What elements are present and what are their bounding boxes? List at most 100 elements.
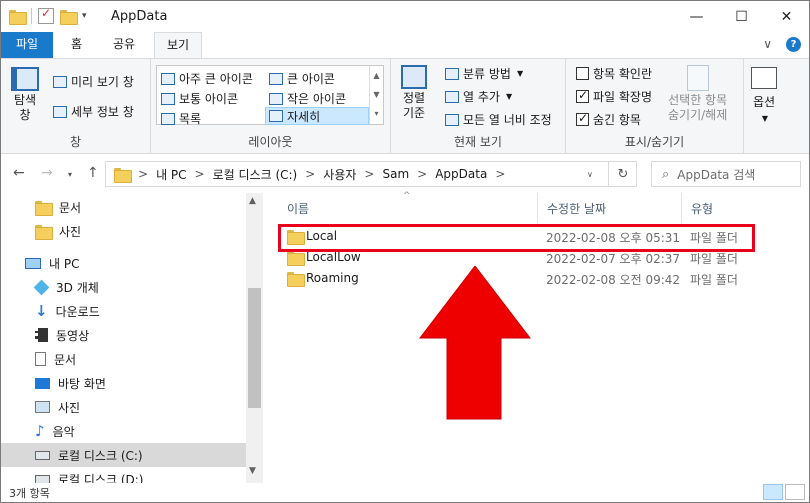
layout-medium-icons[interactable]: 보통 아이콘 bbox=[161, 90, 238, 107]
breadcrumb-sep: > bbox=[194, 167, 205, 181]
layout-details[interactable]: 자세히 bbox=[265, 107, 369, 125]
table-row[interactable]: Roaming 2022-02-08 오전 09:42 파일 폴더 bbox=[275, 268, 809, 289]
details-pane-button[interactable]: 세부 정보 창 bbox=[53, 103, 134, 120]
expand-ribbon-icon[interactable]: ∨ bbox=[763, 37, 772, 52]
layout-scroll[interactable]: ▲ ▼ ▾ bbox=[369, 66, 383, 124]
breadcrumb-item[interactable]: 로컬 디스크 (C:) bbox=[213, 166, 298, 183]
column-header-modified[interactable]: 수정한 날짜 bbox=[539, 193, 681, 223]
item-checkbox-toggle[interactable]: 항목 확인란 bbox=[576, 65, 652, 82]
large-icons-view-icon[interactable] bbox=[785, 484, 805, 500]
tab-file[interactable]: 파일 bbox=[1, 32, 53, 58]
help-icon[interactable]: ? bbox=[786, 37, 801, 52]
options-label: 옵션 bbox=[752, 95, 776, 109]
new-folder-icon[interactable] bbox=[60, 9, 78, 25]
tab-view[interactable]: 보기 bbox=[154, 32, 203, 59]
add-column-icon bbox=[445, 90, 459, 103]
nav-item-pictures[interactable]: 사진 bbox=[1, 395, 246, 419]
nav-item-3d-objects[interactable]: 3D 개체 bbox=[1, 275, 246, 299]
layout-gallery: 아주 큰 아이콘 큰 아이콘 보통 아이콘 작은 아이콘 목록 자세히 ▲ ▼ … bbox=[156, 65, 384, 127]
checkbox-checked-icon bbox=[576, 88, 589, 103]
tab-share[interactable]: 공유 bbox=[101, 32, 147, 58]
layout-large-icons[interactable]: 큰 아이콘 bbox=[269, 70, 335, 87]
preview-pane-button[interactable]: 미리 보기 창 bbox=[53, 73, 134, 90]
hide-selected-button[interactable]: 선택한 항목 숨기기/해제 bbox=[668, 65, 727, 123]
refresh-icon: ↻ bbox=[617, 166, 629, 182]
preview-pane-label: 미리 보기 창 bbox=[71, 75, 134, 89]
group-by-button[interactable]: 분류 방법 ▼ bbox=[445, 65, 523, 82]
nav-item-documents[interactable]: 문서 bbox=[1, 347, 246, 371]
chevron-down-icon: ▼ bbox=[516, 69, 524, 78]
fit-columns-icon bbox=[445, 113, 459, 126]
nav-item-downloads[interactable]: ↓ 다운로드 bbox=[1, 299, 246, 323]
nav-item-desktop[interactable]: 바탕 화면 bbox=[1, 371, 246, 395]
file-extension-toggle[interactable]: 파일 확장명 bbox=[576, 88, 652, 105]
search-placeholder: AppData 검색 bbox=[677, 167, 756, 182]
search-box[interactable]: ⌕ AppData 검색 bbox=[651, 161, 801, 187]
layout-group-label: 레이아웃 bbox=[248, 135, 293, 149]
pc-icon bbox=[25, 257, 41, 269]
column-divider[interactable] bbox=[681, 193, 682, 223]
add-column-button[interactable]: 열 추가 ▼ bbox=[445, 88, 512, 105]
layout-small-icons[interactable]: 작은 아이콘 bbox=[269, 90, 346, 107]
chevron-down-icon: ▼ bbox=[761, 114, 769, 123]
nav-item-label: 문서 bbox=[59, 200, 82, 215]
options-button[interactable]: 옵션 ▼ bbox=[751, 67, 777, 123]
nav-scrollbar-thumb[interactable] bbox=[248, 288, 261, 408]
qat-dropdown-icon[interactable]: ▾ bbox=[82, 11, 87, 21]
address-bar[interactable]: > 내 PC > 로컬 디스크 (C:) > 사용자 > Sam > AppDa… bbox=[105, 161, 637, 187]
breadcrumb-item[interactable]: 사용자 bbox=[323, 166, 356, 183]
folder-icon bbox=[114, 167, 132, 183]
forward-arrow-icon[interactable]: → bbox=[41, 165, 53, 181]
nav-item-pictures-quick[interactable]: 사진 bbox=[1, 219, 246, 243]
sort-icon bbox=[401, 65, 427, 89]
hidden-items-toggle[interactable]: 숨긴 항목 bbox=[576, 111, 641, 128]
details-icon bbox=[269, 110, 283, 122]
nav-item-videos[interactable]: 동영상 bbox=[1, 323, 246, 347]
cube-icon bbox=[33, 279, 50, 295]
nav-item-drive-c[interactable]: 로컬 디스크 (C:) bbox=[1, 443, 246, 467]
nav-item-label: 음악 bbox=[52, 424, 75, 439]
column-header-type[interactable]: 유형 bbox=[683, 193, 791, 223]
layout-label: 자세히 bbox=[287, 109, 321, 124]
up-arrow-icon[interactable]: ↑ bbox=[87, 165, 99, 181]
nav-item-music[interactable]: ♪ 음악 bbox=[1, 419, 246, 443]
nav-item-label: 동영상 bbox=[56, 328, 90, 343]
close-button[interactable]: ✕ bbox=[764, 1, 809, 32]
scroll-up-icon[interactable]: ▲ bbox=[249, 196, 256, 206]
music-icon: ♪ bbox=[35, 422, 45, 440]
minimize-button[interactable]: — bbox=[674, 1, 719, 32]
details-view-icon[interactable] bbox=[763, 484, 783, 500]
options-icon bbox=[751, 67, 777, 89]
breadcrumb-sep: > bbox=[417, 167, 428, 181]
sort-by-button[interactable]: 정렬 기준 bbox=[401, 65, 427, 121]
nav-pane-button[interactable]: 탐색 창 bbox=[11, 67, 39, 123]
breadcrumb-item[interactable]: Sam bbox=[382, 167, 409, 181]
nav-item-documents-quick[interactable]: 문서 bbox=[1, 195, 246, 219]
nav-item-this-pc[interactable]: 내 PC bbox=[1, 251, 246, 275]
properties-icon[interactable]: ✓ bbox=[38, 6, 54, 24]
checkbox-checked-icon bbox=[576, 111, 589, 126]
fit-columns-button[interactable]: 모든 열 너비 조정 bbox=[445, 111, 552, 128]
nav-scrollbar[interactable]: ▲ ▼ bbox=[246, 193, 263, 483]
refresh-button[interactable]: ↻ bbox=[608, 161, 637, 187]
group-by-label: 분류 방법 bbox=[463, 67, 511, 81]
scroll-down-icon[interactable]: ▼ bbox=[249, 466, 256, 476]
breadcrumb-item[interactable]: 내 PC bbox=[156, 166, 186, 183]
title-bar: ✓ ▾ AppData — ☐ ✕ bbox=[1, 1, 809, 32]
breadcrumb-item[interactable]: AppData bbox=[435, 167, 487, 181]
group-by-icon bbox=[445, 67, 459, 80]
layout-extra-large-icons[interactable]: 아주 큰 아이콘 bbox=[161, 70, 253, 87]
layout-label: 목록 bbox=[179, 112, 202, 126]
add-column-label: 열 추가 bbox=[463, 90, 500, 104]
recent-locations-icon[interactable]: ▾ bbox=[68, 170, 72, 179]
picture-icon bbox=[35, 401, 50, 413]
tab-home[interactable]: 홈 bbox=[59, 32, 94, 58]
column-divider[interactable] bbox=[537, 193, 538, 223]
maximize-button[interactable]: ☐ bbox=[719, 1, 764, 32]
back-arrow-icon[interactable]: ← bbox=[13, 165, 25, 181]
address-dropdown-icon[interactable]: ∨ bbox=[587, 170, 593, 179]
explorer-window: ✓ ▾ AppData — ☐ ✕ 파일 홈 공유 보기 ∨ ? 탐색 창 미리… bbox=[0, 0, 810, 503]
status-bar: 3개 항목 bbox=[1, 483, 809, 502]
navigation-pane: 문서 사진 내 PC 3D 개체 ↓ 다운로드 동영상 문서 바탕 화면 사진 … bbox=[1, 193, 263, 487]
layout-list[interactable]: 목록 bbox=[161, 110, 201, 127]
